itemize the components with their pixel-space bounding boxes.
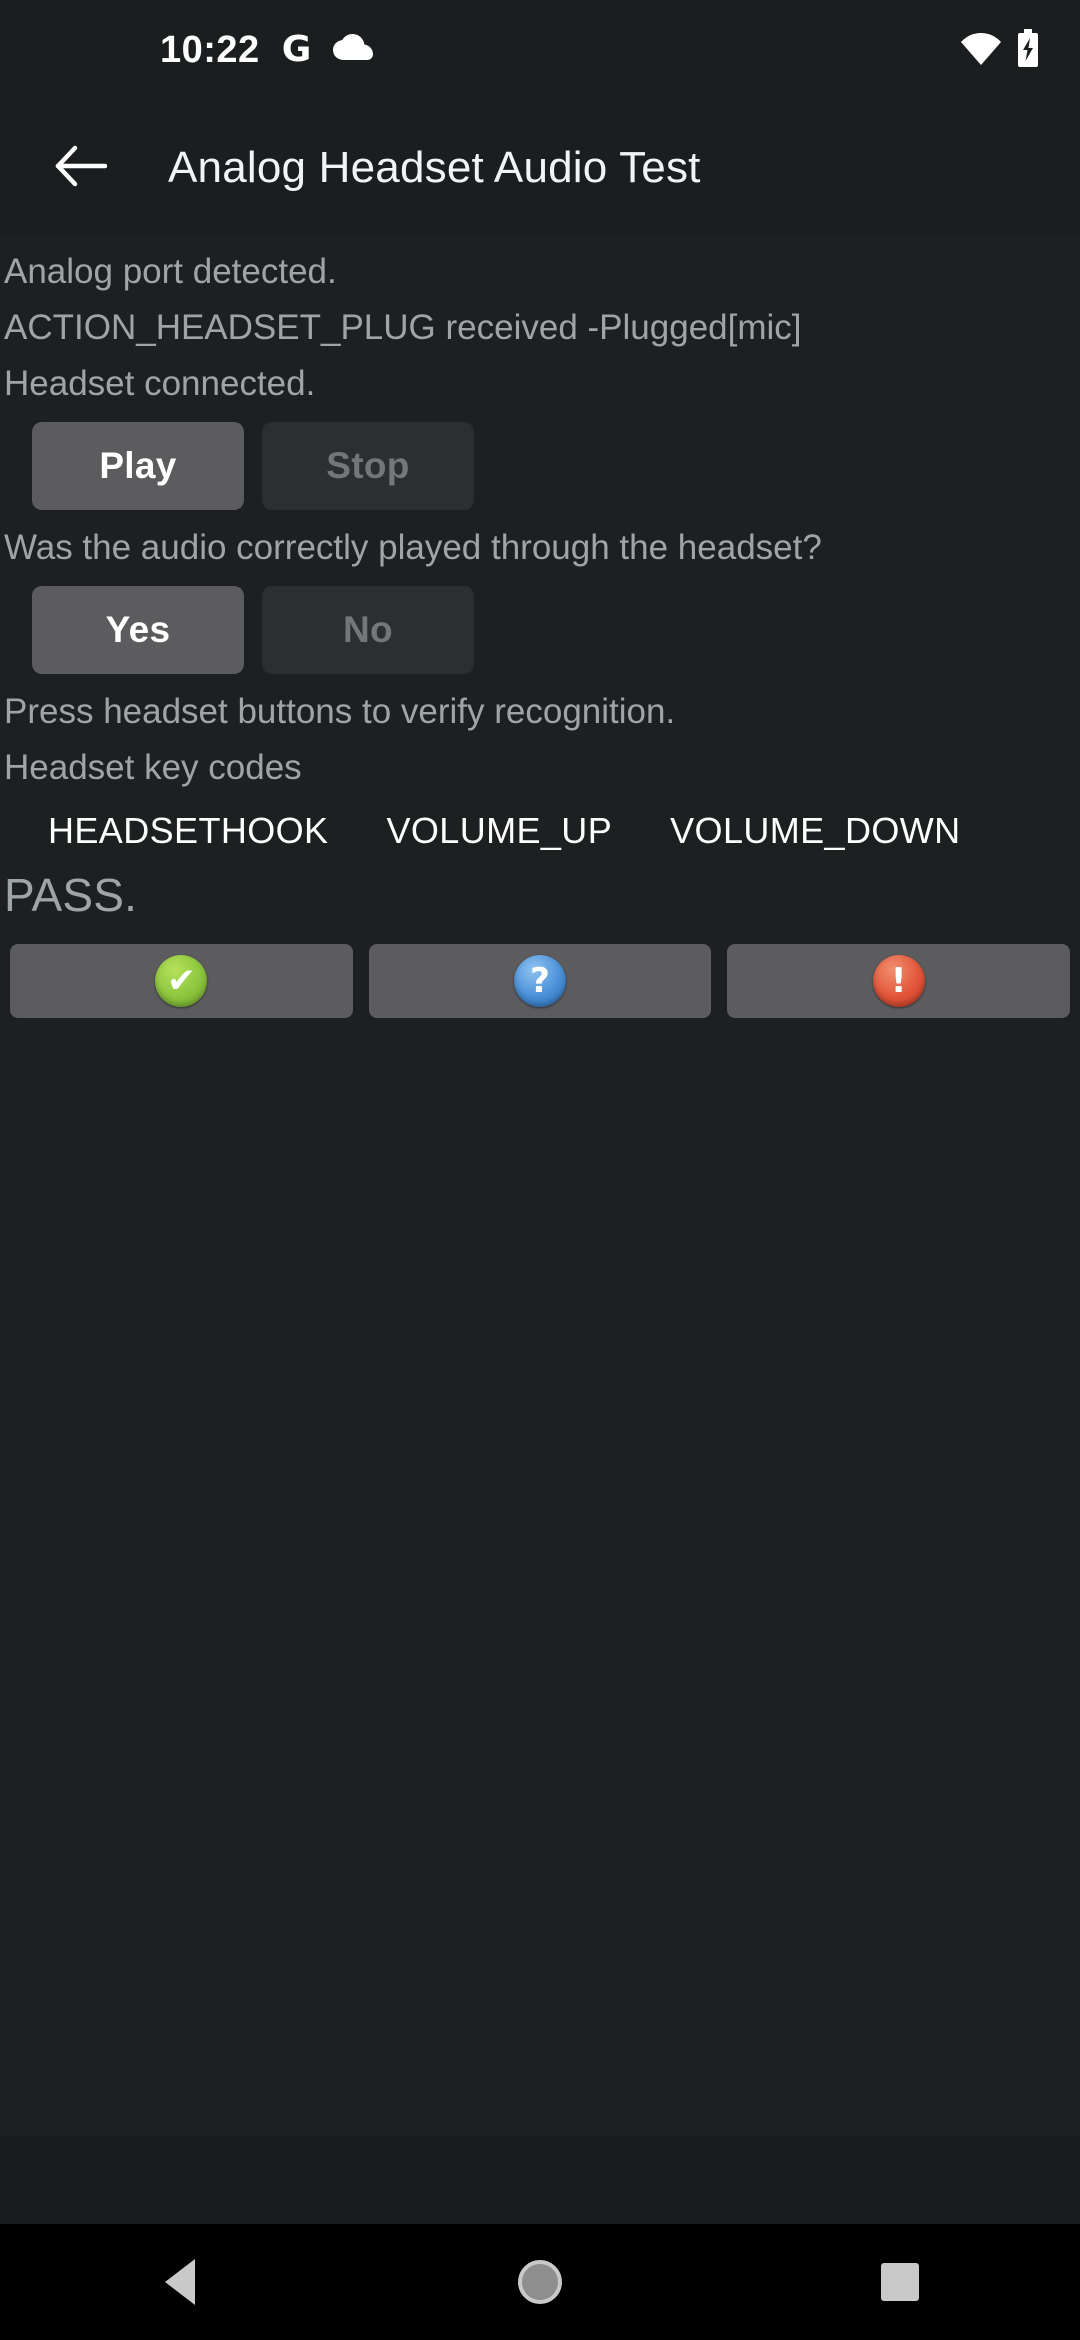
status-bar-right <box>960 28 1040 72</box>
nav-back-button[interactable] <box>100 2224 260 2340</box>
keycode-row: HEADSETHOOK VOLUME_UP VOLUME_DOWN <box>0 796 1080 856</box>
back-button[interactable] <box>36 123 126 213</box>
nav-home-icon <box>518 2260 562 2304</box>
keycode-volume-down: VOLUME_DOWN <box>670 810 961 851</box>
question-circle-icon: ? <box>514 955 566 1007</box>
check-circle-icon: ✔ <box>155 955 208 1007</box>
verdict-text: PASS. <box>4 869 138 921</box>
cloud-icon <box>333 33 374 67</box>
no-button: No <box>262 586 474 674</box>
nav-back-icon <box>165 2259 195 2305</box>
nav-home-button[interactable] <box>460 2224 620 2340</box>
info-button[interactable]: ? <box>368 944 712 1018</box>
yes-button[interactable]: Yes <box>32 586 244 674</box>
audio-question-text: Was the audio correctly played through t… <box>4 528 822 567</box>
nav-recents-button[interactable] <box>820 2224 980 2340</box>
fail-button[interactable]: ! <box>727 944 1071 1018</box>
status-bar-left: 10:22 G <box>0 29 374 71</box>
status-bar: 10:22 G <box>0 0 1080 100</box>
nav-recents-icon <box>881 2263 919 2301</box>
battery-charging-icon <box>1016 28 1040 72</box>
stop-button: Stop <box>262 422 474 510</box>
exclamation-circle-icon: ! <box>872 955 925 1007</box>
keycode-instruction-text: Press headset buttons to verify recognit… <box>4 692 676 731</box>
answer-button-row: Yes No <box>0 576 1080 684</box>
status-line-connected: Headset connected. <box>4 364 316 403</box>
status-line-port: Analog port detected. <box>4 252 337 291</box>
page-title: Analog Headset Audio Test <box>168 143 701 192</box>
back-arrow-icon <box>55 144 108 193</box>
keycode-headsethook: HEADSETHOOK <box>48 810 329 851</box>
play-button[interactable]: Play <box>32 422 244 510</box>
status-line-action: ACTION_HEADSET_PLUG received -Plugged[mi… <box>4 308 802 347</box>
keycode-heading-text: Headset key codes <box>4 748 302 787</box>
app-bar: Analog Headset Audio Test <box>0 100 1080 236</box>
google-g-icon: G <box>281 29 312 70</box>
system-navigation-bar <box>0 2224 1080 2340</box>
playback-button-row: Play Stop <box>0 412 1080 520</box>
keycode-volume-up: VOLUME_UP <box>386 810 613 851</box>
pass-button[interactable]: ✔ <box>10 944 353 1018</box>
test-content: Analog port detected. ACTION_HEADSET_PLU… <box>0 236 1080 2136</box>
status-bar-clock: 10:22 <box>160 29 260 71</box>
verdict-action-row: ✔ ? ! <box>0 930 1080 1018</box>
wifi-icon <box>960 31 1002 70</box>
